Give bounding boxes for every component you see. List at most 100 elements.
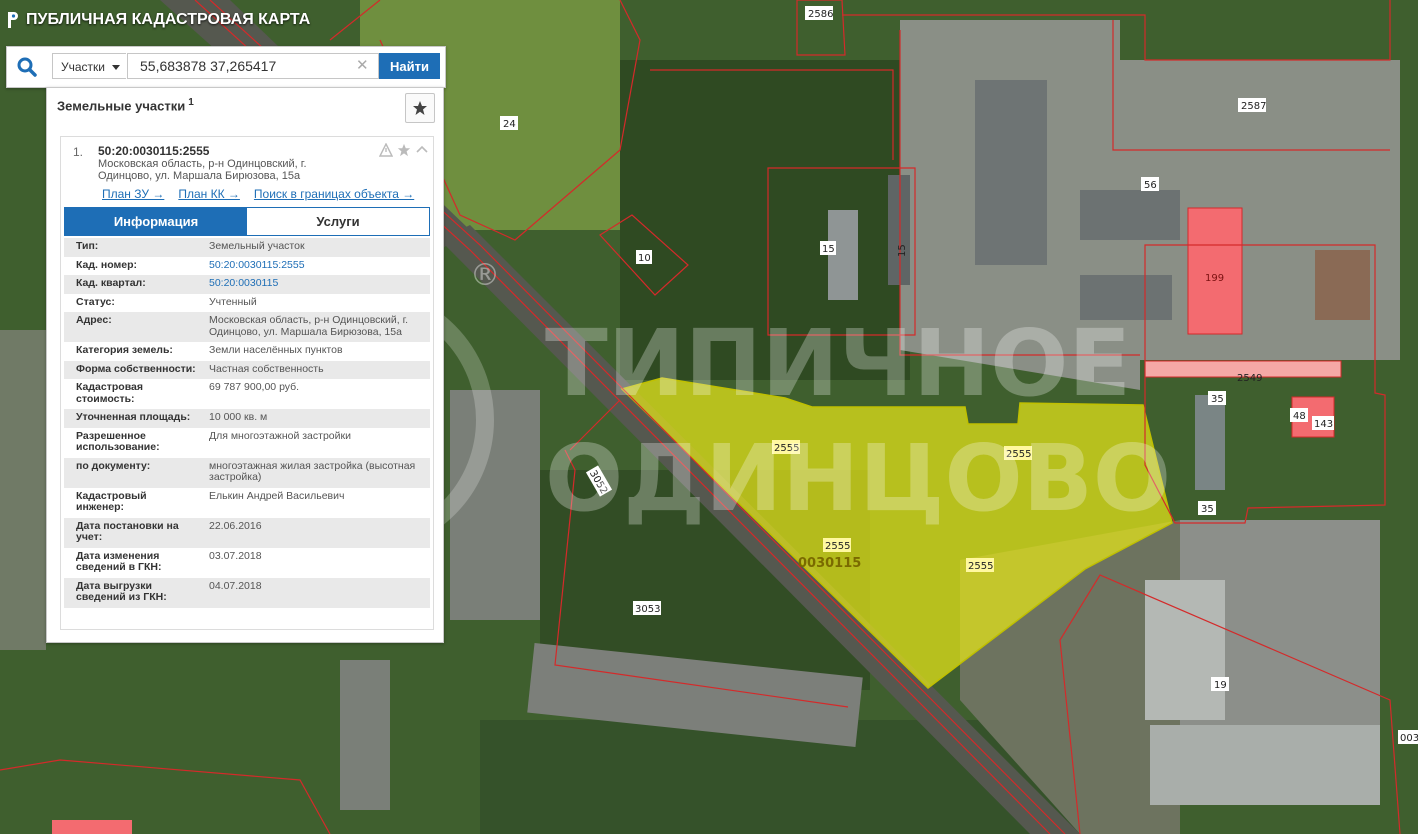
info-label: Разрешенное использование: xyxy=(76,429,160,453)
info-value-link[interactable]: 50:20:0030115:2555 xyxy=(196,259,430,272)
search-input[interactable] xyxy=(127,53,379,79)
info-row: Статус: Учтенный xyxy=(64,293,430,312)
result-item: 1. 50:20:0030115:2555 Московская область… xyxy=(60,136,434,630)
info-value: многоэтажная жилая застройка (высотная з… xyxy=(209,459,416,483)
info-row: Адрес: Московская область, р-н Одинцовски… xyxy=(64,312,430,342)
parcel-label-2586: 2586 xyxy=(808,9,833,20)
result-address: Московская область, р-н Одинцовский, г. … xyxy=(98,158,307,182)
info-row: Тип: Земельный участок xyxy=(64,238,430,257)
info-value: Московская область, р-н Одинцовский, г. … xyxy=(209,314,409,338)
info-value: 69 787 900,00 руб. xyxy=(209,381,300,393)
parcel-label-2555c: 2555 xyxy=(825,541,850,552)
info-row: Форма собственности: Частная собственност… xyxy=(64,360,430,379)
quarter-label: 0030115 xyxy=(798,556,861,571)
info-value: 04.07.2018 xyxy=(209,579,262,592)
building-1 xyxy=(975,80,1047,265)
info-label: Тип: xyxy=(76,240,99,252)
find-button[interactable]: Найти xyxy=(379,53,440,79)
watermark-reg: ® xyxy=(470,258,500,293)
info-row: Кад. номер: 50:20:0030115:2555 xyxy=(64,256,430,275)
parcel-label-10: 10 xyxy=(638,253,651,264)
result-actions xyxy=(379,143,429,157)
search-icon[interactable] xyxy=(15,55,39,79)
info-value: Земельный участок xyxy=(209,240,305,252)
info-label: Категория земель: xyxy=(76,344,173,356)
result-cadastral-id[interactable]: 50:20:0030115:2555 xyxy=(98,144,209,158)
building-2 xyxy=(1080,190,1180,240)
info-value: 22.06.2016 xyxy=(209,519,262,532)
result-links: План ЗУ → План КК → Поиск в границах объ… xyxy=(102,187,414,201)
info-label: Дата изменения сведений в ГКН: xyxy=(76,549,162,573)
cadastre-logo-icon xyxy=(8,12,18,28)
info-label: Дата выгрузки сведений из ГКН: xyxy=(76,579,167,603)
info-table: Тип: Земельный участок Кад. номер: 50:20:0… xyxy=(64,238,430,608)
watermark-line2: ОДИНЦОВО xyxy=(545,425,1171,532)
panel-title-text: Земельные участки xyxy=(57,98,186,114)
parcel-label-15a: 15 xyxy=(822,244,835,255)
info-row: Кад. квартал: 50:20:0030115 xyxy=(64,275,430,294)
building-199[interactable] xyxy=(1187,207,1243,335)
star-icon[interactable] xyxy=(397,143,411,157)
info-row: Дата изменения сведений в ГКН: 03.07.2018 xyxy=(64,547,430,578)
map-residential-left xyxy=(0,330,46,650)
search-type-label: Участки xyxy=(61,60,105,74)
info-row: по документу: многоэтажная жилая застройк… xyxy=(64,457,430,488)
info-value: Елькин Андрей Васильевич xyxy=(209,489,345,502)
info-row: Кадастровая стоимость: 69 787 900,00 руб. xyxy=(64,379,430,409)
info-label: Адрес: xyxy=(76,314,112,326)
info-row: Дата постановки на учет: 22.06.2016 xyxy=(64,517,430,548)
parcel-label-199: 199 xyxy=(1205,273,1224,284)
plan-zu-link[interactable]: План ЗУ → xyxy=(102,187,164,201)
chevron-up-icon[interactable] xyxy=(415,143,429,157)
parcel-label-15b: 15 xyxy=(897,244,908,257)
info-row: Кадастровый инженер: Елькин Андрей Василь… xyxy=(64,487,430,518)
info-label: Кадастровая стоимость: xyxy=(76,381,143,405)
tab-services[interactable]: Услуги xyxy=(247,208,429,235)
app-title: ПУБЛИЧНАЯ КАДАСТРОВАЯ КАРТА xyxy=(26,11,311,28)
building-7 xyxy=(1195,395,1225,490)
info-row: Категория земель: Земли населённых пункто… xyxy=(64,342,430,361)
info-label: Кадастровый инженер: xyxy=(76,489,147,513)
warning-icon[interactable] xyxy=(379,143,393,157)
info-label: Дата постановки на учет: xyxy=(76,519,179,543)
favorite-button[interactable] xyxy=(405,93,435,123)
search-bar: Участки ✕ Найти xyxy=(6,46,446,88)
info-value: Для многоэтажной застройки xyxy=(209,429,351,442)
clear-icon[interactable]: ✕ xyxy=(356,58,369,74)
parcel-label-56: 56 xyxy=(1144,180,1157,191)
search-in-bounds-link[interactable]: Поиск в границах объекта → xyxy=(254,187,414,201)
map-corner-building xyxy=(52,820,132,834)
app-header: ПУБЛИЧНАЯ КАДАСТРОВАЯ КАРТА xyxy=(6,11,310,29)
info-label: Уточненная площадь: xyxy=(76,411,191,423)
info-value: 10 000 кв. м xyxy=(209,411,268,423)
parcel-label-35b: 35 xyxy=(1201,504,1214,515)
parcel-label-19: 19 xyxy=(1214,680,1227,691)
result-tabs: Информация Услуги xyxy=(64,207,430,236)
search-type-select[interactable]: Участки xyxy=(52,53,126,79)
parcel-label-003: 003 xyxy=(1400,733,1418,744)
result-number: 1. xyxy=(73,145,84,159)
panel-title: Земельные участки 1 xyxy=(57,97,194,113)
chevron-down-icon xyxy=(112,65,120,70)
plan-kk-link[interactable]: План КК → xyxy=(178,187,240,201)
tab-information[interactable]: Информация xyxy=(65,208,247,235)
parcel-label-2549: 2549 xyxy=(1237,373,1262,384)
info-row: Разрешенное использование: Для многоэтажн… xyxy=(64,427,430,458)
info-row: Дата выгрузки сведений из ГКН: 04.07.2018 xyxy=(64,577,430,608)
parcel-label-24: 24 xyxy=(503,119,516,130)
info-label: Кад. номер: xyxy=(76,258,138,271)
parcel-label-2587: 2587 xyxy=(1241,101,1266,112)
parcel-label-143: 143 xyxy=(1314,419,1333,430)
parcel-label-2555d: 2555 xyxy=(968,561,993,572)
info-label: Форма собственности: xyxy=(76,362,196,375)
building-11 xyxy=(340,660,390,810)
building-9 xyxy=(1145,580,1225,720)
info-value: Учтенный xyxy=(209,295,257,308)
info-label: по документу: xyxy=(76,459,151,472)
info-value-link[interactable]: 50:20:0030115 xyxy=(196,277,430,290)
info-label: Кад. квартал: xyxy=(76,277,146,289)
building-10 xyxy=(1150,725,1380,805)
info-value: Земли населённых пунктов xyxy=(209,344,343,356)
info-value: 03.07.2018 xyxy=(209,549,262,562)
star-icon xyxy=(413,101,427,115)
